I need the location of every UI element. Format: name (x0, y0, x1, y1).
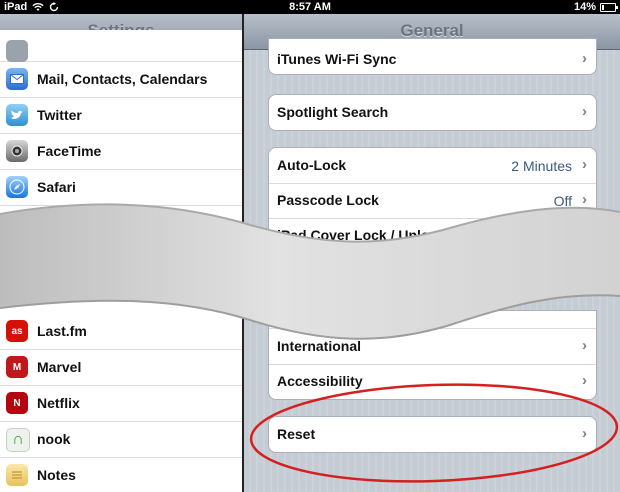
passcode-lock-label: Passcode Lock (277, 192, 379, 208)
sidebar-item-label: Netflix (37, 395, 80, 411)
chevron-right-icon: › (582, 156, 587, 173)
sidebar-item-label: nook (37, 431, 71, 447)
spotlight-search-row[interactable]: Spotlight Search › (269, 95, 596, 130)
clock: 8:57 AM (289, 1, 331, 13)
international-label: International (277, 338, 362, 354)
chevron-right-icon: › (582, 103, 587, 120)
auto-lock-row[interactable]: Auto-Lock 2 Minutes › (269, 148, 596, 184)
international-row[interactable]: International › (269, 329, 596, 365)
twitter-icon (6, 104, 28, 126)
chevron-right-icon: › (582, 372, 587, 389)
cover-lock-row: iPad Cover Lock / Unlock ON (269, 218, 596, 253)
toggle-on-label: ON (527, 230, 547, 245)
sidebar-item-facetime[interactable]: FaceTime (0, 134, 242, 170)
sidebar-item-label: FaceTime (37, 143, 102, 159)
sidebar-item-label: Marvel (37, 359, 82, 375)
sidebar-item-notes[interactable]: Notes (0, 458, 242, 492)
sidebar-item-label: Twitter (37, 107, 82, 123)
netflix-icon: N (6, 392, 28, 414)
lastfm-icon: as (6, 320, 28, 342)
sidebar-item-label: Notes (37, 467, 76, 483)
status-bar: iPad 8:57 AM 14% (0, 0, 620, 14)
itunes-wifi-sync-row[interactable]: iTunes Wi-Fi Sync › (269, 39, 596, 74)
sidebar-item-netflix[interactable]: N Netflix (0, 386, 242, 422)
chevron-right-icon: › (582, 425, 587, 442)
battery-percent: 14% (573, 1, 596, 13)
safari-icon (6, 176, 28, 198)
sidebar-item-lastfm[interactable]: as Last.fm (0, 314, 242, 350)
group-itunes: iTunes Wi-Fi Sync › (268, 38, 597, 75)
accessibility-row[interactable]: Accessibility › (269, 364, 596, 399)
sidebar-item-partial[interactable] (0, 30, 242, 62)
reset-label: Reset (277, 426, 316, 442)
facetime-icon (6, 140, 28, 162)
spotlight-search-label: Spotlight Search (277, 104, 389, 120)
reset-row[interactable]: Reset › (269, 417, 596, 452)
sidebar-item-messages[interactable]: Messages (0, 206, 242, 242)
chevron-right-icon: › (582, 50, 587, 67)
group-international: International › Accessibility › (268, 310, 597, 400)
toggle-knob (564, 227, 587, 249)
auto-lock-label: Auto-Lock (277, 157, 347, 173)
cover-lock-toggle[interactable]: ON (516, 226, 588, 250)
group-lock: Auto-Lock 2 Minutes › Passcode Lock Off … (268, 147, 597, 255)
messages-icon (6, 212, 28, 234)
sidebar-item-label: Mail, Contacts, Calendars (37, 71, 208, 87)
general-detail-pane: General iTunes Wi-Fi Sync › Spotlight Se… (244, 14, 620, 492)
sidebar-item-label: Safari (37, 179, 76, 195)
passcode-lock-value: Off (553, 193, 572, 209)
sidebar-item-nook[interactable]: ∩ nook (0, 422, 242, 458)
group-spotlight: Spotlight Search › (268, 94, 597, 131)
sidebar-item-marvel[interactable]: M Marvel (0, 350, 242, 386)
notes-icon (6, 464, 28, 486)
group-partial-row (269, 311, 596, 329)
sidebar-item-twitter[interactable]: Twitter (0, 98, 242, 134)
marvel-icon: M (6, 356, 28, 378)
chevron-right-icon: › (582, 191, 587, 208)
group-reset: Reset › (268, 416, 597, 453)
accessibility-label: Accessibility (277, 373, 363, 389)
mail-icon (6, 68, 28, 90)
nook-icon: ∩ (6, 428, 30, 452)
passcode-lock-row[interactable]: Passcode Lock Off › (269, 183, 596, 219)
auto-lock-value: 2 Minutes (511, 158, 572, 174)
sidebar-item-safari[interactable]: Safari (0, 170, 242, 206)
sidebar-item-label: Last.fm (37, 323, 87, 339)
battery-icon (600, 2, 618, 12)
itunes-wifi-sync-label: iTunes Wi-Fi Sync (277, 51, 397, 67)
general-icon (6, 40, 28, 62)
sidebar-item-label: Messages (37, 215, 104, 231)
chevron-right-icon: › (582, 337, 587, 354)
cover-lock-label: iPad Cover Lock / Unlock (277, 227, 446, 243)
sidebar-item-mail[interactable]: Mail, Contacts, Calendars (0, 62, 242, 98)
settings-sidebar: Settings Mail, Contacts, Calendars Twitt… (0, 14, 242, 492)
